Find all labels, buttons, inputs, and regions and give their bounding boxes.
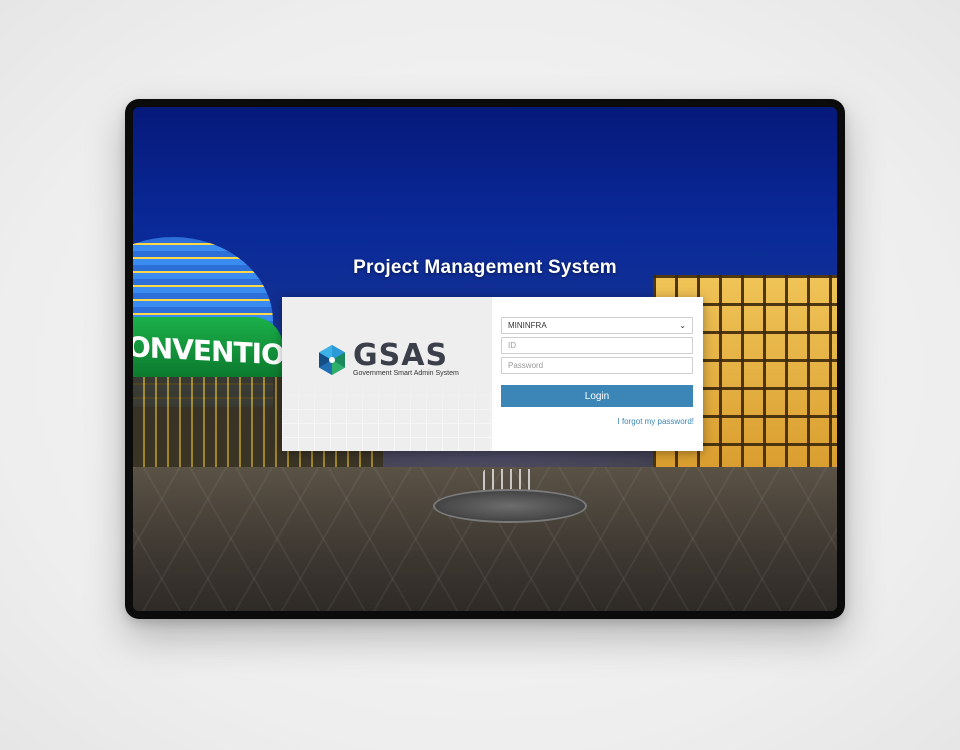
brand-panel: GSAS Government Smart Admin System [282, 297, 492, 451]
gsas-hexagon-logo-icon [319, 345, 345, 375]
background-fountain [433, 489, 587, 523]
organization-select-value: MININFRA [508, 321, 547, 330]
id-input[interactable] [501, 337, 693, 354]
login-card: GSAS Government Smart Admin System MININ… [282, 297, 703, 451]
logo-subtitle: Government Smart Admin System [353, 370, 459, 377]
logo-text: GSAS Government Smart Admin System [353, 338, 459, 378]
login-form: MININFRA ⌄ Login I forgot my password! [492, 297, 703, 451]
forgot-password-link[interactable]: I forgot my password! [618, 417, 694, 426]
page-title: Project Management System [353, 257, 617, 278]
device-frame: ONVENTION Project Management System GSAS… [125, 99, 845, 619]
login-button[interactable]: Login [501, 385, 693, 407]
brand-doodle-pattern [282, 381, 492, 451]
chevron-down-icon: ⌄ [679, 321, 686, 330]
logo-word: GSAS [353, 338, 449, 373]
gsas-logo: GSAS Government Smart Admin System [315, 338, 459, 378]
login-screen: ONVENTION Project Management System GSAS… [133, 107, 837, 611]
password-input[interactable] [501, 357, 693, 374]
organization-select[interactable]: MININFRA ⌄ [501, 317, 693, 334]
